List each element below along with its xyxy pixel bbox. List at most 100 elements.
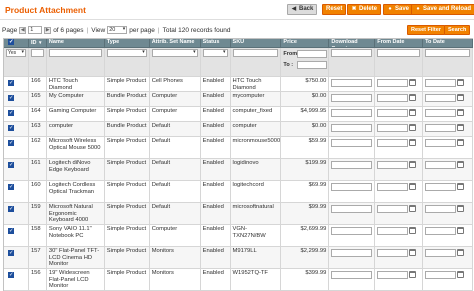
calendar-icon[interactable] [457,109,465,116]
from-date-input[interactable] [377,205,409,213]
price-to-input[interactable] [297,61,328,69]
row-checkbox[interactable] [8,161,14,169]
reset-button[interactable]: Reset [322,4,347,15]
table-row[interactable]: 162Microsoft Wireless Optical Mouse 5000… [4,137,473,159]
download-count-input[interactable] [331,271,373,279]
calendar-icon[interactable] [457,271,465,278]
download-count-input[interactable] [331,227,373,235]
from-date-filter[interactable] [377,49,421,57]
reset-filter-button[interactable]: Reset Filter [407,25,445,35]
header-sku[interactable]: SKU [230,39,282,48]
calendar-icon[interactable] [409,124,417,131]
calendar-icon[interactable] [457,79,465,86]
to-date-input[interactable] [425,124,457,132]
calendar-icon[interactable] [409,109,417,116]
header-price[interactable]: Price [281,39,330,48]
calendar-icon[interactable] [409,271,417,278]
calendar-icon[interactable] [457,139,465,146]
row-checkbox[interactable] [8,124,14,132]
header-download-count[interactable]: Download Count [329,39,376,48]
table-row[interactable]: 165My ComputerBundle ProductComputerEnab… [4,92,473,107]
table-row[interactable]: 15619" Widescreen Flat-Panel LCD Monitor… [4,269,473,291]
row-checkbox[interactable] [8,183,14,191]
calendar-icon[interactable] [409,161,417,168]
to-date-input[interactable] [425,161,457,169]
calendar-icon[interactable] [457,205,465,212]
from-date-input[interactable] [377,124,409,132]
to-date-input[interactable] [425,227,457,235]
calendar-icon[interactable] [409,79,417,86]
from-date-input[interactable] [377,139,409,147]
to-date-input[interactable] [425,94,457,102]
to-date-input[interactable] [425,109,457,117]
download-count-filter[interactable] [331,49,373,57]
from-date-input[interactable] [377,183,409,191]
download-count-input[interactable] [331,183,373,191]
download-count-input[interactable] [331,109,373,117]
sku-filter[interactable] [232,49,279,57]
download-count-input[interactable] [331,94,373,102]
calendar-icon[interactable] [409,227,417,234]
price-from-input[interactable] [297,50,328,58]
type-filter[interactable] [106,49,147,57]
to-date-input[interactable] [425,249,457,257]
calendar-icon[interactable] [457,161,465,168]
prev-page-icon[interactable]: ◀ [19,26,27,34]
page-input[interactable]: 1 [28,26,43,34]
table-row[interactable]: 158Sony VAIO 11.1" Notebook PCSimple Pro… [4,225,473,247]
from-date-input[interactable] [377,94,409,102]
row-checkbox[interactable] [8,205,14,213]
per-page-select[interactable]: 20 [107,26,128,34]
table-row[interactable]: 163computerBundle ProductDefaultEnabledc… [4,122,473,137]
header-to-date[interactable]: To Date [423,39,473,48]
save-button[interactable]: ● Save [383,4,414,15]
calendar-icon[interactable] [409,205,417,212]
status-filter[interactable] [202,49,228,57]
attribute-set-filter[interactable] [151,49,198,57]
to-date-filter[interactable] [425,49,470,57]
delete-button[interactable]: ✖ Delete [347,4,382,15]
from-date-input[interactable] [377,79,409,87]
from-date-input[interactable] [377,249,409,257]
from-date-input[interactable] [377,271,409,279]
calendar-icon[interactable] [409,139,417,146]
download-count-input[interactable] [331,161,373,169]
download-count-input[interactable] [331,249,373,257]
search-button[interactable]: Search [444,25,471,35]
row-checkbox[interactable] [8,79,14,87]
calendar-icon[interactable] [457,249,465,256]
select-all-checkbox[interactable] [8,39,14,46]
back-button[interactable]: ◀ Back [287,4,318,15]
calendar-icon[interactable] [457,94,465,101]
header-attribute-set[interactable]: Attrib. Set Name [149,39,201,48]
to-date-input[interactable] [425,183,457,191]
row-checkbox[interactable] [8,249,14,257]
select-filter[interactable]: Yes [6,49,26,57]
to-date-input[interactable] [425,139,457,147]
to-date-input[interactable] [425,79,457,87]
table-row[interactable]: 164Gaming ComputerSimple ProductComputer… [4,107,473,122]
row-checkbox[interactable] [8,271,14,279]
calendar-icon[interactable] [457,183,465,190]
header-id[interactable]: ID ▼ [28,39,47,48]
save-and-reload-button[interactable]: ● Save and Reload [411,4,474,15]
next-page-icon[interactable]: ▶ [44,26,52,34]
from-date-input[interactable] [377,109,409,117]
download-count-input[interactable] [331,79,373,87]
header-select[interactable] [4,39,29,48]
calendar-icon[interactable] [457,227,465,234]
row-checkbox[interactable] [8,227,14,235]
calendar-icon[interactable] [409,183,417,190]
calendar-icon[interactable] [409,249,417,256]
header-from-date[interactable]: From Date [375,39,424,48]
header-status[interactable]: Status [200,39,231,48]
download-count-input[interactable] [331,139,373,147]
from-date-input[interactable] [377,161,409,169]
row-checkbox[interactable] [8,139,14,147]
download-count-input[interactable] [331,124,373,132]
calendar-icon[interactable] [409,94,417,101]
table-row[interactable]: 166HTC Touch DiamondSimple ProductCell P… [4,77,473,92]
name-filter[interactable] [48,49,102,57]
to-date-input[interactable] [425,205,457,213]
to-date-input[interactable] [425,271,457,279]
